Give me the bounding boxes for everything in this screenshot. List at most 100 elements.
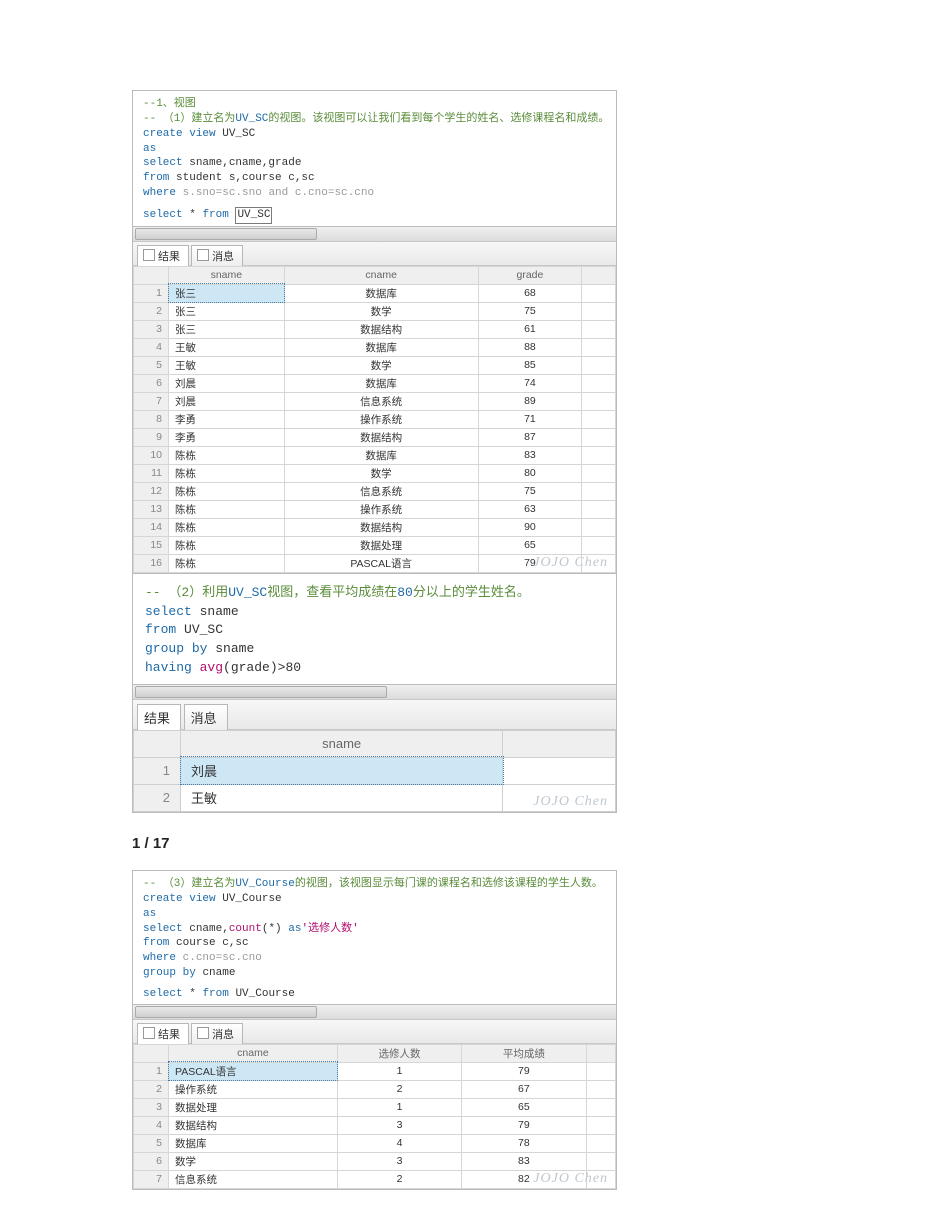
table-row[interactable]: 1张三数据库68 [134,284,616,302]
cell[interactable]: 83 [478,446,582,464]
cell[interactable]: 89 [478,392,582,410]
cell[interactable]: 陈栋 [169,446,285,464]
cell[interactable]: 63 [478,500,582,518]
cell[interactable]: 1 [337,1098,461,1116]
cell[interactable]: 数据库 [169,1134,338,1152]
table-row[interactable]: 2操作系统267 [134,1080,616,1098]
table-row[interactable]: 1刘晨 [134,757,616,784]
table-row[interactable]: 4王敏数据库88 [134,338,616,356]
cell[interactable]: 李勇 [169,410,285,428]
cell[interactable]: 信息系统 [169,1170,338,1188]
sql-editor-3[interactable]: -- （3）建立名为UV_Course的视图，该视图显示每门课的课程名和选修该课… [133,871,616,1004]
tab-messages[interactable]: 消息 [184,704,228,730]
cell[interactable]: 87 [478,428,582,446]
table-row[interactable]: 3数据处理165 [134,1098,616,1116]
table-row[interactable]: 3张三数据结构61 [134,320,616,338]
table-row[interactable]: 13陈栋操作系统63 [134,500,616,518]
cell[interactable]: 75 [478,302,582,320]
cell[interactable]: PASCAL语言 [284,554,478,572]
cell[interactable]: 数据库 [284,446,478,464]
table-row[interactable]: 9李勇数据结构87 [134,428,616,446]
tab-messages[interactable]: 消息 [191,245,243,266]
column-header[interactable]: cname [169,1044,338,1062]
column-header[interactable]: 选修人数 [337,1044,461,1062]
cell[interactable]: 90 [478,518,582,536]
cell[interactable]: 陈栋 [169,500,285,518]
column-header[interactable]: 平均成绩 [462,1044,586,1062]
column-header[interactable]: grade [478,266,582,284]
table-row[interactable]: 11陈栋数学80 [134,464,616,482]
cell[interactable]: 张三 [169,302,285,320]
table-row[interactable]: 15陈栋数据处理65 [134,536,616,554]
cell[interactable]: 67 [462,1080,586,1098]
cell[interactable]: 数据结构 [284,428,478,446]
result-grid-1[interactable]: snamecnamegrade1张三数据库682张三数学753张三数据结构614… [133,266,616,573]
table-row[interactable]: 1PASCAL语言179 [134,1062,616,1080]
table-row[interactable]: 7刘晨信息系统89 [134,392,616,410]
cell[interactable]: 3 [337,1116,461,1134]
cell[interactable]: 操作系统 [169,1080,338,1098]
table-row[interactable]: 4数据结构379 [134,1116,616,1134]
cell[interactable]: 68 [478,284,582,302]
editor-hscrollbar[interactable] [133,226,616,241]
tab-results[interactable]: 结果 [137,704,181,730]
cell[interactable]: 张三 [169,284,285,302]
cell[interactable]: 61 [478,320,582,338]
cell[interactable]: 数学 [169,1152,338,1170]
cell[interactable]: 3 [337,1152,461,1170]
cell[interactable]: 79 [462,1116,586,1134]
cell[interactable]: 1 [337,1062,461,1080]
cell[interactable]: 数据处理 [284,536,478,554]
cell[interactable]: 数据结构 [284,518,478,536]
cell[interactable]: 83 [462,1152,586,1170]
cell[interactable]: 80 [478,464,582,482]
cell[interactable]: 陈栋 [169,536,285,554]
sql-editor-2[interactable]: -- （2）利用UV_SC视图，查看平均成绩在80分以上的学生姓名。 selec… [133,574,616,684]
cell[interactable]: 陈栋 [169,464,285,482]
cell[interactable]: 王敏 [169,356,285,374]
table-row[interactable]: 6数学383 [134,1152,616,1170]
cell[interactable]: 刘晨 [181,757,503,784]
cell[interactable]: 数据库 [284,284,478,302]
cell[interactable]: 王敏 [181,784,503,811]
cell[interactable]: 陈栋 [169,518,285,536]
editor-hscrollbar[interactable] [133,684,616,699]
cell[interactable]: 74 [478,374,582,392]
editor-hscrollbar[interactable] [133,1004,616,1019]
column-header[interactable]: sname [181,730,503,757]
cell[interactable]: 数据库 [284,374,478,392]
cell[interactable]: 78 [462,1134,586,1152]
cell[interactable]: 79 [462,1062,586,1080]
cell[interactable]: 信息系统 [284,392,478,410]
cell[interactable]: 2 [337,1170,461,1188]
cell[interactable]: 数据库 [284,338,478,356]
table-row[interactable]: 6刘晨数据库74 [134,374,616,392]
tab-results[interactable]: 结果 [137,1023,189,1044]
cell[interactable]: 操作系统 [284,500,478,518]
cell[interactable]: PASCAL语言 [169,1062,338,1080]
cell[interactable]: 数据结构 [169,1116,338,1134]
cell[interactable]: 操作系统 [284,410,478,428]
cell[interactable]: 王敏 [169,338,285,356]
table-row[interactable]: 14陈栋数据结构90 [134,518,616,536]
cell[interactable]: 4 [337,1134,461,1152]
cell[interactable]: 张三 [169,320,285,338]
sql-editor-1[interactable]: --1、视图 -- （1）建立名为UV_SC的视图。该视图可以让我们看到每个学生… [133,91,616,226]
cell[interactable]: 2 [337,1080,461,1098]
cell[interactable]: 数学 [284,302,478,320]
cell[interactable]: 数学 [284,464,478,482]
cell[interactable]: 85 [478,356,582,374]
table-row[interactable]: 5王敏数学85 [134,356,616,374]
cell[interactable]: 刘晨 [169,392,285,410]
column-header[interactable]: sname [169,266,285,284]
cell[interactable]: 75 [478,482,582,500]
cell[interactable]: 65 [478,536,582,554]
tab-messages[interactable]: 消息 [191,1023,243,1044]
cell[interactable]: 陈栋 [169,482,285,500]
result-grid-3[interactable]: cname选修人数平均成绩1PASCAL语言1792操作系统2673数据处理16… [133,1044,616,1189]
table-row[interactable]: 2张三数学75 [134,302,616,320]
column-header[interactable]: cname [284,266,478,284]
cell[interactable]: 数据处理 [169,1098,338,1116]
cell[interactable]: 数据结构 [284,320,478,338]
cell[interactable]: 65 [462,1098,586,1116]
